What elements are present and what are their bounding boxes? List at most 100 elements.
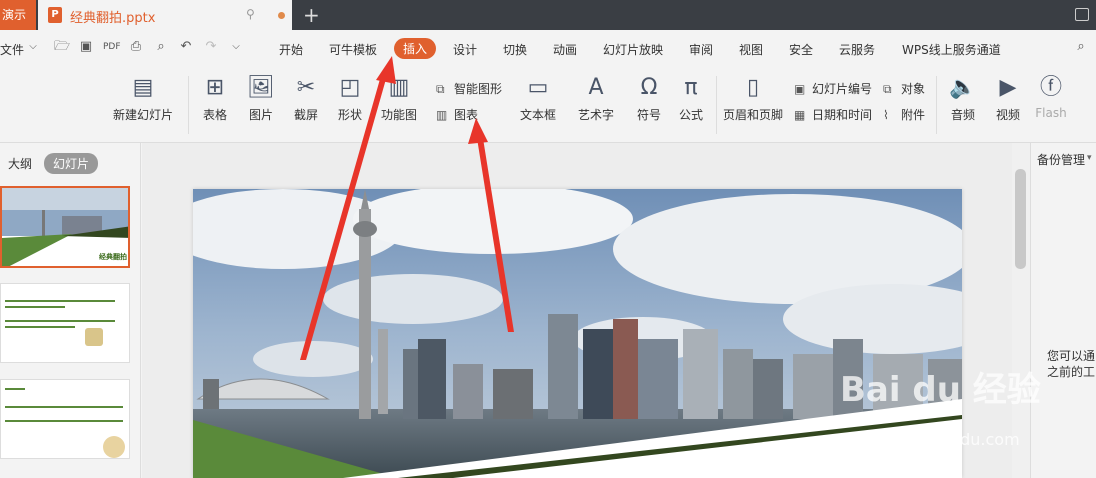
document-tab[interactable]: P 经典翻拍.pptx ⚲ <box>38 0 292 30</box>
flash-icon: ⓕ <box>1039 75 1062 100</box>
slide-panel: 大纲 幻灯片 经典翻拍 <box>0 143 141 478</box>
backup-manager-title[interactable]: 备份管理 <box>1037 151 1085 168</box>
baidu-watermark-url: jingyan.baidu.com <box>872 430 1020 449</box>
slide-thumbnail-2[interactable] <box>0 283 130 363</box>
function-chart-button[interactable]: ▥ 功能图 <box>378 76 420 123</box>
tab-view[interactable]: 视图 <box>739 41 763 58</box>
search-icon[interactable]: ⌕ <box>1074 40 1088 54</box>
backup-text-line2: 之前的工 <box>1047 365 1096 379</box>
document-tab-label: 经典翻拍.pptx <box>70 11 156 26</box>
table-button[interactable]: ⊞ 表格 <box>198 76 232 123</box>
current-slide[interactable] <box>193 189 962 478</box>
print-preview-icon[interactable]: ⌕ <box>154 40 168 54</box>
tab-animation[interactable]: 动画 <box>553 41 577 58</box>
flash-button[interactable]: ⓕ Flash <box>1034 75 1068 121</box>
backup-panel: 备份管理 ▾ 您可以通 之前的工 <box>1030 143 1096 478</box>
file-menu[interactable]: 文件 <box>0 41 24 58</box>
object-label: 对象 <box>901 82 926 96</box>
textbox-button[interactable]: ▭ 文本框 <box>515 76 561 123</box>
tab-wps-online[interactable]: WPS线上服务通道 <box>902 41 1001 58</box>
header-footer-label: 页眉和页脚 <box>722 108 783 122</box>
customize-dropdown-icon[interactable]: ⌵ <box>229 40 243 54</box>
tab-design[interactable]: 设计 <box>453 41 477 58</box>
picture-label: 图片 <box>248 108 273 122</box>
divider <box>936 76 937 134</box>
video-label: 视频 <box>995 108 1020 122</box>
slide-thumbnail-1[interactable]: 经典翻拍 <box>0 186 130 268</box>
smart-art-icon: ⧉ <box>436 82 445 96</box>
date-time-label: 日期和时间 <box>812 108 873 122</box>
new-tab-button[interactable]: + <box>303 3 320 27</box>
shape-label: 形状 <box>337 108 362 122</box>
print-icon[interactable]: ⎙ <box>129 40 143 54</box>
screenshot-icon: ✂ <box>296 75 316 100</box>
chart-icon: ▥ <box>436 108 448 122</box>
vertical-scrollbar[interactable] <box>1012 143 1030 478</box>
slide-thumbnail-1-title: 经典翻拍 <box>99 253 127 261</box>
formula-button[interactable]: π 公式 <box>675 76 707 123</box>
picture-icon: 🖼 <box>247 75 275 100</box>
speaker-icon: 🔈 <box>949 75 977 100</box>
tab-slides[interactable]: 幻灯片 <box>44 153 99 174</box>
art-text-icon: A <box>588 75 604 100</box>
chevron-down-icon[interactable]: ▾ <box>1087 153 1092 163</box>
scrollbar-thumb[interactable] <box>1015 169 1026 269</box>
divider <box>188 76 189 134</box>
baidu-watermark: Bai du 经验 <box>840 370 1041 410</box>
ppt-file-icon: P <box>48 7 62 23</box>
export-pdf-icon[interactable]: PDF <box>103 40 121 54</box>
smart-art-label: 智能图形 <box>454 82 503 96</box>
tab-review[interactable]: 审阅 <box>689 41 713 58</box>
text-line <box>5 388 25 390</box>
flash-label: Flash <box>1035 106 1067 120</box>
tab-home[interactable]: 开始 <box>279 41 303 58</box>
chevron-down-icon[interactable]: ⌵ <box>26 40 40 54</box>
header-footer-button[interactable]: ▯ 页眉和页脚 <box>722 76 784 123</box>
menu-bar: 文件 ⌵ 🗁 ▣ PDF ⎙ ⌕ ↶ ↷ ⌵ 开始 可牛模板 插入 设计 切换 … <box>0 30 1096 68</box>
tab-slideshow[interactable]: 幻灯片放映 <box>603 41 663 58</box>
symbol-label: 符号 <box>636 108 661 122</box>
tab-cloud[interactable]: 云服务 <box>839 41 875 58</box>
screenshot-button[interactable]: ✂ 截屏 <box>289 76 323 123</box>
paperclip-icon: ⌇ <box>883 108 889 122</box>
tab-outline[interactable]: 大纲 <box>8 155 32 172</box>
tab-insert[interactable]: 插入 <box>394 38 437 59</box>
unsaved-dot-icon <box>278 12 285 19</box>
pi-icon: π <box>684 75 698 100</box>
new-slide-icon: ▤ <box>132 75 154 100</box>
open-folder-icon[interactable]: 🗁 <box>54 40 70 54</box>
tab-templates[interactable]: 可牛模板 <box>329 41 377 58</box>
art-text-button[interactable]: A 艺术字 <box>573 76 619 123</box>
tab-transition[interactable]: 切换 <box>503 41 527 58</box>
smart-art-button[interactable]: ⧉ 智能图形 <box>436 80 502 97</box>
chart-button[interactable]: ▥ 图表 <box>436 106 478 123</box>
new-slide-button[interactable]: ▤ 新建幻灯片 <box>108 76 178 123</box>
backup-text-line1: 您可以通 <box>1047 349 1096 363</box>
cartoon-image <box>85 328 103 346</box>
save-icon[interactable]: ▣ <box>79 40 93 54</box>
text-line <box>5 406 123 408</box>
video-button[interactable]: ▶ 视频 <box>989 76 1027 123</box>
slide-thumbnail-3[interactable] <box>0 379 130 459</box>
tab-security[interactable]: 安全 <box>789 41 813 58</box>
function-chart-label: 功能图 <box>380 108 417 122</box>
slide-number-button[interactable]: ▣ 幻灯片编号 <box>794 80 872 97</box>
attachment-button[interactable]: ⌇ 附件 <box>883 106 925 123</box>
window-layout-icon[interactable] <box>1075 8 1089 21</box>
shape-button[interactable]: ◰ 形状 <box>333 76 367 123</box>
slide-number-icon: ▣ <box>794 82 806 96</box>
pin-icon[interactable]: ⚲ <box>246 7 255 21</box>
text-line <box>5 320 115 322</box>
symbol-button[interactable]: Ω 符号 <box>632 76 666 123</box>
undo-icon[interactable]: ↶ <box>179 40 193 54</box>
object-button[interactable]: ⧉ 对象 <box>883 80 925 97</box>
cartoon-image <box>103 436 125 458</box>
date-time-button[interactable]: ▦ 日期和时间 <box>794 106 872 123</box>
art-text-label: 艺术字 <box>577 108 614 122</box>
audio-button[interactable]: 🔈 音频 <box>944 76 982 123</box>
text-line <box>5 326 75 328</box>
redo-icon[interactable]: ↷ <box>204 40 218 54</box>
picture-button[interactable]: 🖼 图片 <box>244 76 278 123</box>
app-tab[interactable]: 演示 <box>0 0 36 30</box>
attachment-label: 附件 <box>901 108 926 122</box>
